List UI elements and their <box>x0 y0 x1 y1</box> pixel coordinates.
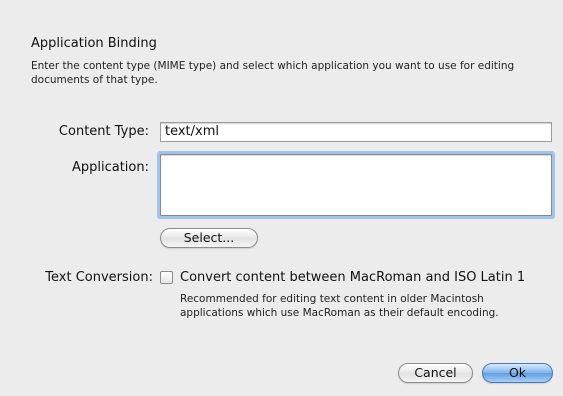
application-label: Application: <box>71 160 149 175</box>
content-type-input[interactable]: text/xml <box>160 122 552 142</box>
content-type-label: Content Type: <box>58 124 149 139</box>
convert-encoding-checkbox[interactable] <box>160 271 173 284</box>
ok-button[interactable]: Ok <box>482 363 553 383</box>
dialog-description: Enter the content type (MIME type) and s… <box>31 60 515 86</box>
convert-encoding-label[interactable]: Convert content between MacRoman and ISO… <box>180 270 525 285</box>
text-conversion-label: Text Conversion: <box>45 270 153 285</box>
application-binding-dialog: Application Binding Enter the content ty… <box>0 0 563 396</box>
dialog-title: Application Binding <box>31 36 157 51</box>
application-field[interactable] <box>160 154 552 216</box>
cancel-button[interactable]: Cancel <box>398 363 473 383</box>
select-application-button[interactable]: Select... <box>160 228 258 248</box>
convert-encoding-hint: Recommended for editing text content in … <box>180 293 499 319</box>
